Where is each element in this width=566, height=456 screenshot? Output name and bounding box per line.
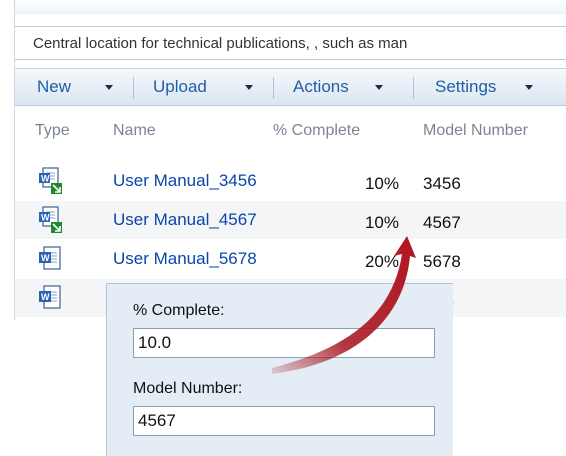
table-row: W User Manual_3456 10% 3456 bbox=[15, 162, 566, 200]
settings-dropdown-caret-icon[interactable] bbox=[525, 85, 533, 90]
model-number-label: Model Number: bbox=[133, 380, 243, 397]
actions-menu-label: Actions bbox=[293, 77, 349, 96]
word-doc-checked-out-icon[interactable]: W bbox=[37, 167, 63, 195]
model-number-value: 3456 bbox=[423, 174, 461, 193]
word-doc-checked-out-icon[interactable]: W bbox=[37, 206, 63, 234]
percent-complete-input[interactable] bbox=[133, 328, 435, 358]
document-link[interactable]: User Manual_4567 bbox=[113, 210, 257, 230]
svg-text:W: W bbox=[41, 292, 50, 302]
upload-dropdown-caret-icon[interactable] bbox=[245, 85, 253, 90]
upload-menu-button[interactable]: Upload bbox=[153, 69, 207, 105]
list-toolbar: New Upload Actions Settings bbox=[15, 68, 566, 106]
word-doc-icon[interactable]: W bbox=[37, 245, 63, 273]
settings-menu-label: Settings bbox=[435, 77, 497, 96]
settings-menu-button[interactable]: Settings bbox=[435, 69, 496, 105]
percent-complete-value: 20% bbox=[364, 252, 399, 271]
upload-menu-label: Upload bbox=[153, 77, 207, 96]
column-header-name[interactable]: Name bbox=[113, 122, 156, 140]
actions-menu-button[interactable]: Actions bbox=[293, 69, 349, 105]
toolbar-separator bbox=[273, 77, 274, 99]
svg-text:W: W bbox=[41, 253, 50, 263]
new-dropdown-caret-icon[interactable] bbox=[105, 85, 113, 90]
table-row: W User Manual_5678 20% 5678 bbox=[15, 240, 566, 278]
edit-properties-callout: % Complete: Model Number: bbox=[106, 283, 453, 456]
table-row: W User Manual_4567 10% 4567 bbox=[15, 201, 566, 239]
percent-complete-label: % Complete: bbox=[133, 302, 225, 319]
column-header-model-number[interactable]: Model Number bbox=[423, 122, 528, 140]
model-number-input[interactable] bbox=[133, 406, 435, 436]
svg-text:W: W bbox=[41, 174, 50, 184]
header-strip bbox=[15, 0, 566, 14]
percent-complete-value: 10% bbox=[364, 174, 399, 193]
svg-text:W: W bbox=[41, 213, 50, 223]
word-doc-icon[interactable]: W bbox=[37, 284, 63, 312]
document-library-panel: Central location for technical publicati… bbox=[14, 0, 566, 320]
library-description: Central location for technical publicati… bbox=[15, 26, 566, 60]
model-number-value: 4567 bbox=[423, 213, 461, 232]
column-header-percent-complete[interactable]: % Complete bbox=[273, 122, 360, 140]
toolbar-separator bbox=[413, 77, 414, 99]
document-link[interactable]: User Manual_3456 bbox=[113, 171, 257, 191]
new-menu-button[interactable]: New bbox=[37, 69, 71, 105]
percent-complete-value: 10% bbox=[364, 213, 399, 232]
toolbar-separator bbox=[133, 77, 134, 99]
actions-dropdown-caret-icon[interactable] bbox=[375, 85, 383, 90]
column-header-type[interactable]: Type bbox=[35, 122, 70, 140]
model-number-value: 5678 bbox=[423, 252, 461, 271]
new-menu-label: New bbox=[37, 77, 72, 96]
document-link[interactable]: User Manual_5678 bbox=[113, 249, 257, 269]
